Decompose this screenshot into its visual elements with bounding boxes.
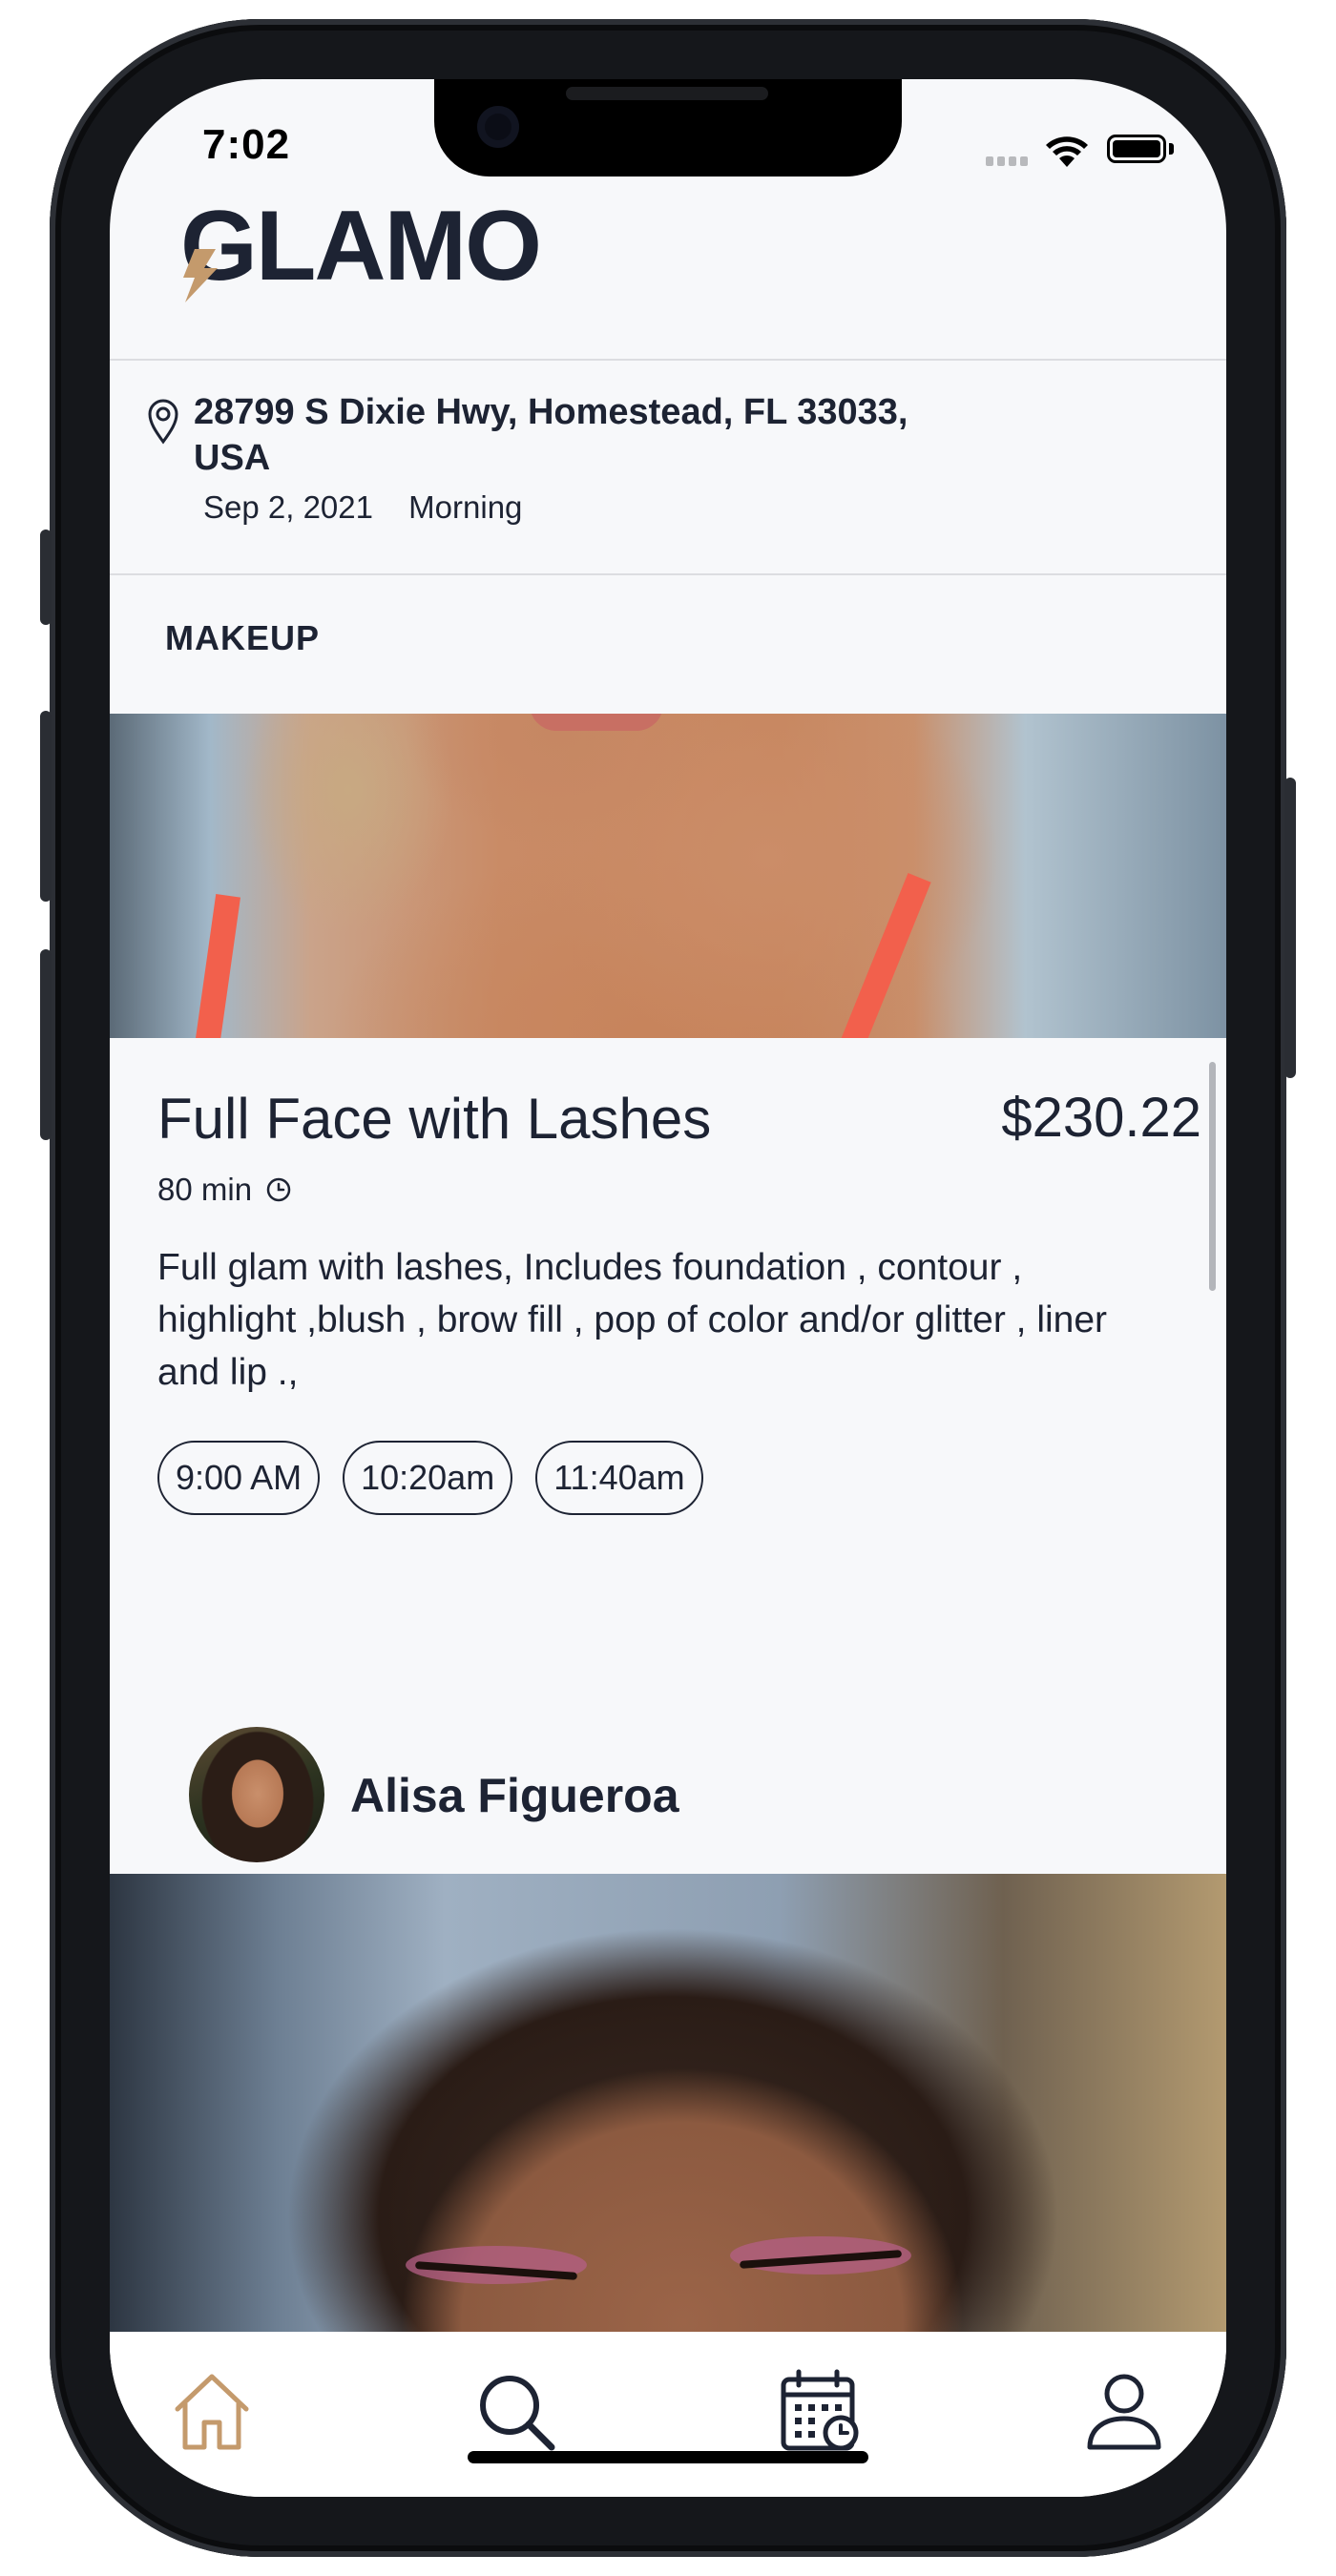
booking-date-row[interactable]: Sep 2, 2021 Morning [203,489,549,526]
logo-bolt-icon [183,249,218,302]
booking-time-of-day: Morning [408,489,523,525]
mute-switch [40,530,52,625]
home-icon [175,2374,249,2450]
header-divider [110,359,1226,361]
artist-name[interactable]: Alisa Figueroa [350,1768,679,1823]
tab-home[interactable] [159,2358,264,2463]
time-slot-button[interactable]: 9:00 AM [157,1441,321,1515]
booking-date: Sep 2, 2021 [203,489,373,525]
service-title: Full Face with Lashes [157,1087,712,1151]
volume-up-button [40,711,52,902]
clock-icon [266,1177,291,1202]
home-indicator[interactable] [468,2451,868,2463]
earpiece-speaker [566,87,768,100]
search-icon [480,2376,555,2451]
artist-avatar[interactable] [189,1727,324,1862]
service-duration: 80 min [157,1172,292,1208]
address-divider [110,573,1226,575]
service-description: Full glam with lashes, Includes foundati… [157,1247,1108,1393]
cellular-signal-icon [986,154,1032,171]
service-price: $230.22 [1001,1087,1201,1149]
time-slot-list: 9:00 AM 10:20am 11:40am [157,1441,703,1515]
wifi-icon [1046,136,1088,167]
battery-cap [1169,143,1174,155]
app-screen: 7:02 GLAMO 28799 S Dixie Hwy, Homestead,… [110,79,1226,2497]
time-slot-button[interactable]: 11:40am [535,1441,703,1515]
tab-search[interactable] [463,2358,568,2463]
profile-icon [1087,2374,1161,2450]
tab-profile[interactable] [1072,2358,1177,2463]
service-photo[interactable] [110,714,1226,1038]
front-camera [477,106,519,148]
duration-text: 80 min [157,1172,253,1207]
power-button [1284,778,1296,1078]
tab-bookings[interactable] [768,2358,873,2463]
notch [434,79,902,177]
time-slot-button[interactable]: 10:20am [343,1441,513,1515]
scrollbar[interactable] [1209,1062,1216,1291]
status-time: 7:02 [202,121,291,168]
location-pin-icon [148,399,178,445]
category-heading: MAKEUP [165,618,321,657]
volume-down-button [40,949,52,1140]
artist-work-photo[interactable] [110,1874,1226,2332]
bottom-tab-bar [110,2332,1226,2497]
battery-icon [1107,135,1166,163]
app-logo[interactable]: GLAMO [180,191,542,301]
calendar-icon [781,2369,859,2451]
address-text: 28799 S Dixie Hwy, Homestead, FL 33033, … [194,392,908,478]
